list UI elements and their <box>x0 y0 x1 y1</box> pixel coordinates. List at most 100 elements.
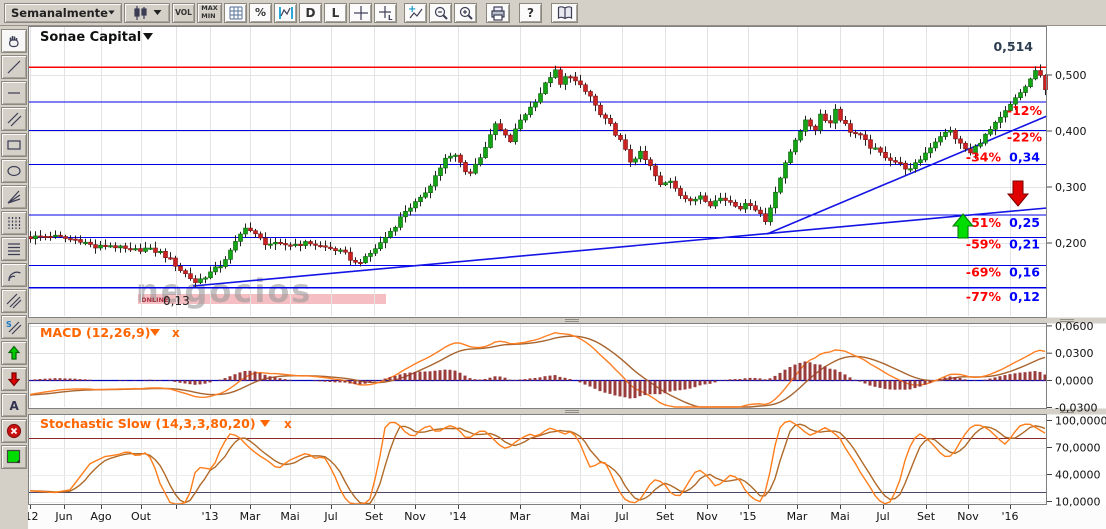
splitter-macd-stochastic[interactable] <box>28 409 1106 415</box>
grid-toggle[interactable] <box>224 3 247 23</box>
splitter-main-macd[interactable] <box>28 318 1106 324</box>
help-button[interactable]: ? <box>519 3 542 23</box>
svg-text:L: L <box>388 14 393 22</box>
svg-text:Set: Set <box>917 510 936 523</box>
svg-text:A: A <box>10 399 20 413</box>
max-min-toggle[interactable]: MAXMIN <box>197 3 222 23</box>
vertical-lines-icon <box>5 214 23 232</box>
speed-resistance-tool[interactable]: S <box>1 315 27 339</box>
svg-text:0,0600: 0,0600 <box>1055 320 1094 333</box>
svg-text:Nov: Nov <box>957 510 979 523</box>
toolbar-buttons: VOL MAXMIN% D L L +? <box>123 3 579 23</box>
line-chart-button-label: L <box>332 6 340 20</box>
charting-app-window: negocios ONLINE 0,5000,4000,3000,2000,06… <box>0 0 1106 529</box>
daily-button-label: D <box>306 6 316 20</box>
fit-chart-button[interactable] <box>274 3 297 23</box>
crosshair-button[interactable] <box>349 3 372 23</box>
speed-lines-icon <box>5 292 23 310</box>
arrow-down-tool[interactable] <box>1 367 27 391</box>
svg-text:Nov: Nov <box>404 510 426 523</box>
svg-text:S: S <box>6 320 12 329</box>
svg-text:0,500: 0,500 <box>1055 69 1087 82</box>
chart-type-dropdown[interactable] <box>124 3 170 23</box>
period-dropdown[interactable]: Semanalmente <box>4 3 122 23</box>
book-icon <box>556 4 574 22</box>
svg-text:'16: '16 <box>1001 510 1018 523</box>
daily-button[interactable]: D <box>299 3 322 23</box>
print-button[interactable] <box>486 3 510 23</box>
svg-text:Mai: Mai <box>280 510 299 523</box>
line-chart-button[interactable]: L <box>324 3 347 23</box>
parallel-lines-tool[interactable] <box>1 107 27 131</box>
add-study-button[interactable]: + <box>404 3 427 23</box>
fibonacci-retracement-tool[interactable] <box>1 237 27 261</box>
manual-button[interactable] <box>551 3 578 23</box>
svg-text:0,21: 0,21 <box>1009 236 1040 251</box>
add-study-icon: + <box>407 4 425 22</box>
crosshair-icon <box>352 4 370 22</box>
ellipse-icon <box>5 162 23 180</box>
help-button-label: ? <box>527 6 534 20</box>
chevron-down-icon <box>153 9 162 16</box>
grid-icon <box>227 4 245 22</box>
color-picker[interactable] <box>1 445 27 469</box>
svg-text:0,0000: 0,0000 <box>1055 375 1094 388</box>
zoom-in-button[interactable] <box>454 3 477 23</box>
svg-text:Out: Out <box>131 510 152 523</box>
chevron-down-icon <box>108 9 115 16</box>
macd-close-button[interactable]: x <box>172 326 180 340</box>
ellipse-tool[interactable] <box>1 159 27 183</box>
rectangle-tool[interactable] <box>1 133 27 157</box>
svg-text:Mar: Mar <box>240 510 261 523</box>
rectangle-icon <box>5 136 23 154</box>
chart-canvas: negocios ONLINE 0,5000,4000,3000,2000,06… <box>0 0 1106 529</box>
fan-lines-icon <box>5 188 23 206</box>
horizontal-lines-icon <box>5 240 23 258</box>
svg-text:100,0000: 100,0000 <box>1055 415 1106 428</box>
parallel-lines-icon <box>5 110 23 128</box>
horizontal-line-icon <box>5 84 23 102</box>
pan-tool[interactable] <box>1 29 27 53</box>
svg-text:-34%: -34% <box>966 150 1002 165</box>
svg-text:Set: Set <box>656 510 675 523</box>
crosshair-label-button[interactable]: L <box>374 3 397 23</box>
fibonacci-arcs-tool[interactable] <box>1 263 27 287</box>
svg-text:Mai: Mai <box>830 510 849 523</box>
svg-text:0,0300: 0,0300 <box>1055 347 1094 360</box>
macd-panel-label: MACD (12,26,9) <box>40 325 150 340</box>
zoom-out-button[interactable] <box>429 3 452 23</box>
volume-toggle[interactable]: VOL <box>172 3 195 23</box>
svg-text:'13: '13 <box>201 510 218 523</box>
delete-tool[interactable] <box>1 419 27 443</box>
svg-text:0,34: 0,34 <box>1009 150 1040 165</box>
candlestick-icon <box>132 4 150 22</box>
svg-text:-51%: -51% <box>966 215 1002 230</box>
percent-scale-toggle-label: % <box>255 6 266 19</box>
percent-scale-toggle[interactable]: % <box>249 3 272 23</box>
svg-text:0,200: 0,200 <box>1055 237 1087 250</box>
svg-text:Mar: Mar <box>787 510 808 523</box>
horizontal-line-tool[interactable] <box>1 81 27 105</box>
text-tool[interactable]: A <box>1 393 27 417</box>
fan-lines-tool[interactable] <box>1 185 27 209</box>
fibonacci-time-zones-tool[interactable] <box>1 211 27 235</box>
letter-a-icon: A <box>5 396 23 414</box>
arrow-up-tool[interactable] <box>1 341 27 365</box>
fit-chart-icon <box>277 4 295 22</box>
max-level-label: 0,514 <box>993 39 1033 54</box>
svg-text:0,16: 0,16 <box>1009 264 1040 279</box>
svg-text:0,300: 0,300 <box>1055 181 1087 194</box>
svg-text:-22%: -22% <box>1007 129 1043 144</box>
svg-text:-69%: -69% <box>966 264 1002 279</box>
trend-line-tool[interactable] <box>1 55 27 79</box>
zoom-out-icon <box>432 4 450 22</box>
svg-text:Ago: Ago <box>90 510 112 523</box>
volume-toggle-label: VOL <box>175 8 192 17</box>
speed-lines-tool[interactable] <box>1 289 27 313</box>
low-price-label: 0,13 <box>163 294 190 308</box>
stochastic-close-button[interactable]: x <box>284 417 292 431</box>
svg-text:10,0000: 10,0000 <box>1055 496 1101 509</box>
max-min-toggle-label: MAXMIN <box>201 5 218 19</box>
svg-text:40,0000: 40,0000 <box>1055 469 1101 482</box>
arrow-up-icon <box>5 344 23 362</box>
